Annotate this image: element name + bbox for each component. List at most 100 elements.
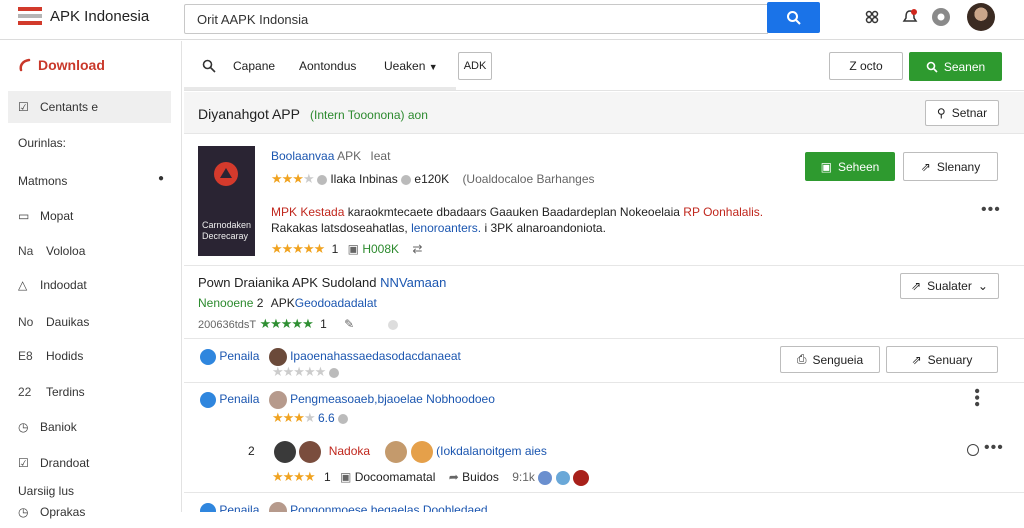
sidebar-item-label: Dauikas (46, 315, 90, 329)
save-icon: ⎙ (796, 352, 807, 366)
review-user[interactable]: Nadoka (329, 444, 370, 458)
tab-ueaken[interactable]: Ueaken ▼ (384, 59, 438, 73)
more-icon[interactable]: ••• (984, 439, 1004, 457)
notification-icon[interactable] (899, 6, 921, 28)
download-swoosh-icon (19, 58, 31, 72)
section-card: Pown Draianika APK Sudoland NNVamaan Nen… (184, 267, 1024, 339)
tab-capane[interactable]: Capane (233, 59, 275, 73)
thumb-line: Decrecaray (202, 231, 249, 241)
listing-rating-row: ★★★★★ 1 ▣ H008K ⇄ (271, 241, 422, 257)
menu-icon[interactable] (18, 7, 42, 27)
review-meta-3: 9:1k (512, 470, 535, 484)
sidebar-item-label: Terdins (46, 385, 85, 399)
status-dot-icon (338, 413, 348, 424)
radio-icon[interactable] (967, 444, 979, 456)
arrow-icon: ⇗ (911, 279, 922, 293)
filter-icon: ⚲ (936, 106, 946, 120)
sidebar-item-dauikas[interactable]: No Dauikas (8, 306, 171, 338)
sidebar: Download ☑ Centants e Ourinlas: Matmons ● … (0, 41, 182, 519)
search-input[interactable] (184, 4, 768, 34)
triangle-icon: △ (18, 278, 28, 292)
sidebar-item-prefix: E8 (18, 349, 33, 363)
title-strip: Diyanahgot APP (Intern Tooonona) aon ⚲ S… (184, 92, 1024, 134)
rating-stars: ★★★★★ (272, 364, 326, 379)
app-logo-icon (214, 162, 238, 186)
section-sub-row: Nenooene 2 APKGeodoadadalat (198, 296, 377, 310)
rating-stars: ★★★★ (272, 410, 316, 425)
sidebar-item-label: Oprakas (40, 505, 86, 519)
search-icon (926, 61, 938, 73)
review-item: Penaila Pengmeasoaeb,bjaoelae Nobhoodoeo… (184, 384, 1024, 430)
desc-line2a: Rakakas latsdoseahatlas, (271, 221, 408, 235)
avatar (274, 441, 297, 463)
share-icon: ➦ (448, 470, 459, 484)
save-icon: ▣ (347, 242, 359, 256)
review-row: Penaila Pengmeasoaeb,bjaoelae Nobhoodoeo (200, 391, 495, 409)
sidebar-item-ourinlas[interactable]: Ourinlas: (8, 127, 171, 159)
listing-title[interactable]: Boolaanvaa (271, 149, 334, 163)
section-heading-link[interactable]: NNVamaan (380, 275, 446, 290)
setting-button[interactable]: ⚲ Setnar (925, 100, 999, 126)
review-button-2-label: Senuary (927, 352, 973, 367)
app-title: APK Indonesia (50, 8, 150, 25)
section-heading: Pown Draianika APK Sudoland (198, 275, 377, 290)
avatar (268, 391, 287, 409)
search-button[interactable] (767, 2, 820, 33)
sidebar-item-label: Matmons (18, 174, 68, 188)
settings-icon[interactable] (930, 6, 952, 28)
tab-aontondus[interactable]: Aontondus (299, 59, 356, 73)
more-icon[interactable]: ••• (967, 388, 985, 408)
app-thumbnail[interactable]: Carnodaken Decrecaray (198, 146, 255, 256)
sidebar-item-prefix: No (18, 315, 34, 329)
review-text: Pongonmoese begaelas Doohledaed (290, 503, 488, 512)
sidebar-item-oprakas[interactable]: ◷ Oprakas (8, 496, 171, 528)
arrow-icon: ⇗ (920, 159, 931, 174)
sidebar-item-terdins[interactable]: 22 Terdins (8, 376, 171, 408)
review-text: Ipaoenahassaedasodacdanaeat (290, 349, 461, 364)
listing-primary-button[interactable]: ▣ Seheen (805, 152, 895, 181)
top-bar: APK Indonesia (0, 0, 1024, 40)
search-icon[interactable] (202, 59, 216, 73)
sidebar-item-matmons[interactable]: Matmons ● (8, 165, 171, 197)
share-icon: ⇄ (412, 242, 423, 256)
verified-icon (200, 349, 216, 365)
review-user[interactable]: Penaila (219, 392, 259, 406)
desc-line2c: i 3PK alnaroandoniota. (484, 221, 606, 235)
section-button-label: Sualater (927, 279, 972, 293)
review-button-2[interactable]: ⇗ Senuary (886, 346, 998, 373)
sidebar-item-hodids[interactable]: E8 Hodids (8, 340, 171, 372)
review-button-1[interactable]: ⎙ Sengueia (780, 346, 880, 373)
meta-size: e120K (414, 172, 450, 186)
tab-underline (184, 87, 456, 90)
search-green-button[interactable]: Seanen (909, 52, 1002, 81)
grid-icon[interactable] (861, 6, 883, 28)
sidebar-item-label: Baniok (40, 420, 77, 434)
toolbar: Capane Aontondus Ueaken ▼ ADK Z octo Sea… (184, 41, 1024, 91)
review-meta-2: Buidos (462, 470, 499, 484)
sub-link[interactable]: Geodoadadalat (295, 296, 377, 310)
section-heading-row: Pown Draianika APK Sudoland NNVamaan (198, 275, 446, 290)
review-rating: ★★★★ 6.6 (272, 410, 348, 426)
more-icon[interactable]: ••• (981, 201, 1001, 219)
tab-label: Ueaken (384, 59, 426, 73)
search-icon (786, 10, 801, 25)
status-dot-icon (387, 319, 398, 330)
sidebar-item-vololoa[interactable]: Na Vololoa (8, 235, 171, 267)
user-avatar[interactable] (967, 3, 995, 31)
section-button[interactable]: ⇗ Sualater ⌄ (900, 273, 999, 299)
sidebar-item-label: Indoodat (40, 278, 87, 292)
apk-badge[interactable]: ADK (458, 52, 492, 80)
zoom-button[interactable]: Z octo (829, 52, 903, 80)
sidebar-download[interactable]: Download (18, 57, 105, 73)
sidebar-item-baniok[interactable]: ◷ Baniok (8, 411, 171, 443)
listing-secondary-button[interactable]: ⇗ Slenany (903, 152, 998, 181)
review-button-1-label: Sengueia (812, 352, 864, 367)
size-icon (401, 174, 412, 185)
review-user[interactable]: Penaila (219, 503, 259, 512)
sidebar-item-mopat[interactable]: ▭ Mopat (8, 200, 171, 232)
review-user[interactable]: Penaila (219, 349, 259, 363)
sidebar-item-centants[interactable]: ☑ Centants e (8, 91, 171, 123)
sidebar-item-indoodat[interactable]: △ Indoodat (8, 269, 171, 301)
sidebar-item-label: Vololoa (46, 244, 86, 258)
avatar (572, 469, 589, 486)
